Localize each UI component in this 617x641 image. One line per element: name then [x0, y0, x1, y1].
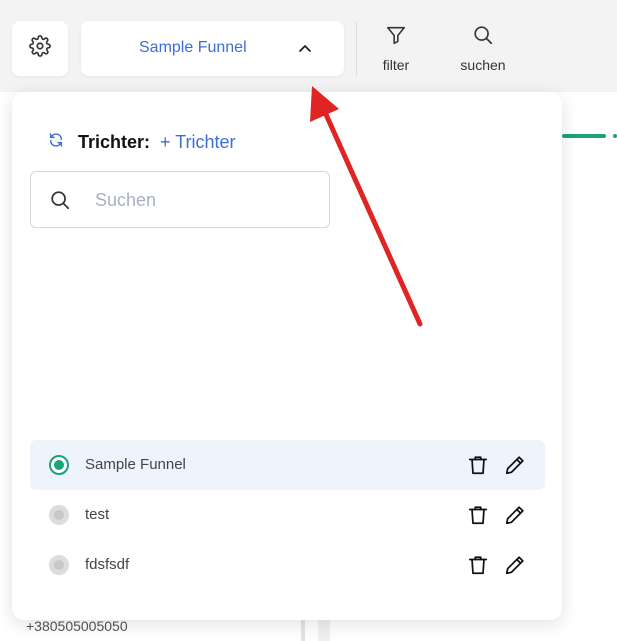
- search-icon: [472, 26, 494, 50]
- refresh-icon[interactable]: [48, 132, 64, 153]
- funnel-row[interactable]: test: [30, 490, 545, 540]
- funnel-row[interactable]: Sample Funnel: [30, 440, 545, 490]
- pencil-icon[interactable]: [504, 453, 526, 482]
- search-icon: [49, 189, 71, 216]
- top-toolbar: Sample Funnel filter suchen: [0, 0, 617, 92]
- gear-icon: [29, 35, 51, 62]
- trash-icon[interactable]: [467, 453, 489, 482]
- funnel-search-field[interactable]: [30, 171, 330, 228]
- funnel-dropdown-panel: Trichter: + Trichter Sample Funnel: [12, 92, 562, 620]
- funnel-select-label: Sample Funnel: [139, 39, 247, 56]
- settings-button[interactable]: [12, 21, 68, 76]
- funnel-radio[interactable]: [49, 555, 69, 575]
- stage-progress-line: [562, 134, 606, 138]
- contact-phone: +380505005050: [26, 618, 128, 634]
- funnel-row[interactable]: fdsfsdf: [30, 540, 545, 590]
- pencil-icon[interactable]: [504, 503, 526, 532]
- stage-progress-dot: [613, 134, 617, 138]
- toolbar-divider: [356, 22, 357, 76]
- trash-icon[interactable]: [467, 553, 489, 582]
- funnel-select[interactable]: Sample Funnel: [81, 21, 344, 76]
- trash-icon[interactable]: [467, 503, 489, 532]
- pencil-icon[interactable]: [504, 553, 526, 582]
- add-funnel-link[interactable]: + Trichter: [160, 132, 236, 153]
- funnel-radio[interactable]: [49, 505, 69, 525]
- filter-label: filter: [382, 57, 410, 73]
- filter-button[interactable]: filter: [372, 24, 420, 73]
- search-toggle-button[interactable]: suchen: [452, 24, 514, 73]
- chevron-up-icon: [297, 41, 313, 62]
- panel-header: Trichter: + Trichter: [48, 132, 236, 153]
- funnel-name: fdsfsdf: [85, 556, 130, 573]
- panel-title: Trichter:: [78, 132, 151, 152]
- funnel-search-input[interactable]: [93, 186, 317, 214]
- funnel-name: Sample Funnel: [85, 456, 186, 473]
- search-toggle-label: suchen: [460, 57, 506, 73]
- funnel-list: Sample Funnel test fdsfsdf: [30, 440, 545, 590]
- funnel-radio-selected[interactable]: [49, 455, 69, 475]
- filter-icon: [385, 26, 407, 50]
- funnel-name: test: [85, 506, 110, 523]
